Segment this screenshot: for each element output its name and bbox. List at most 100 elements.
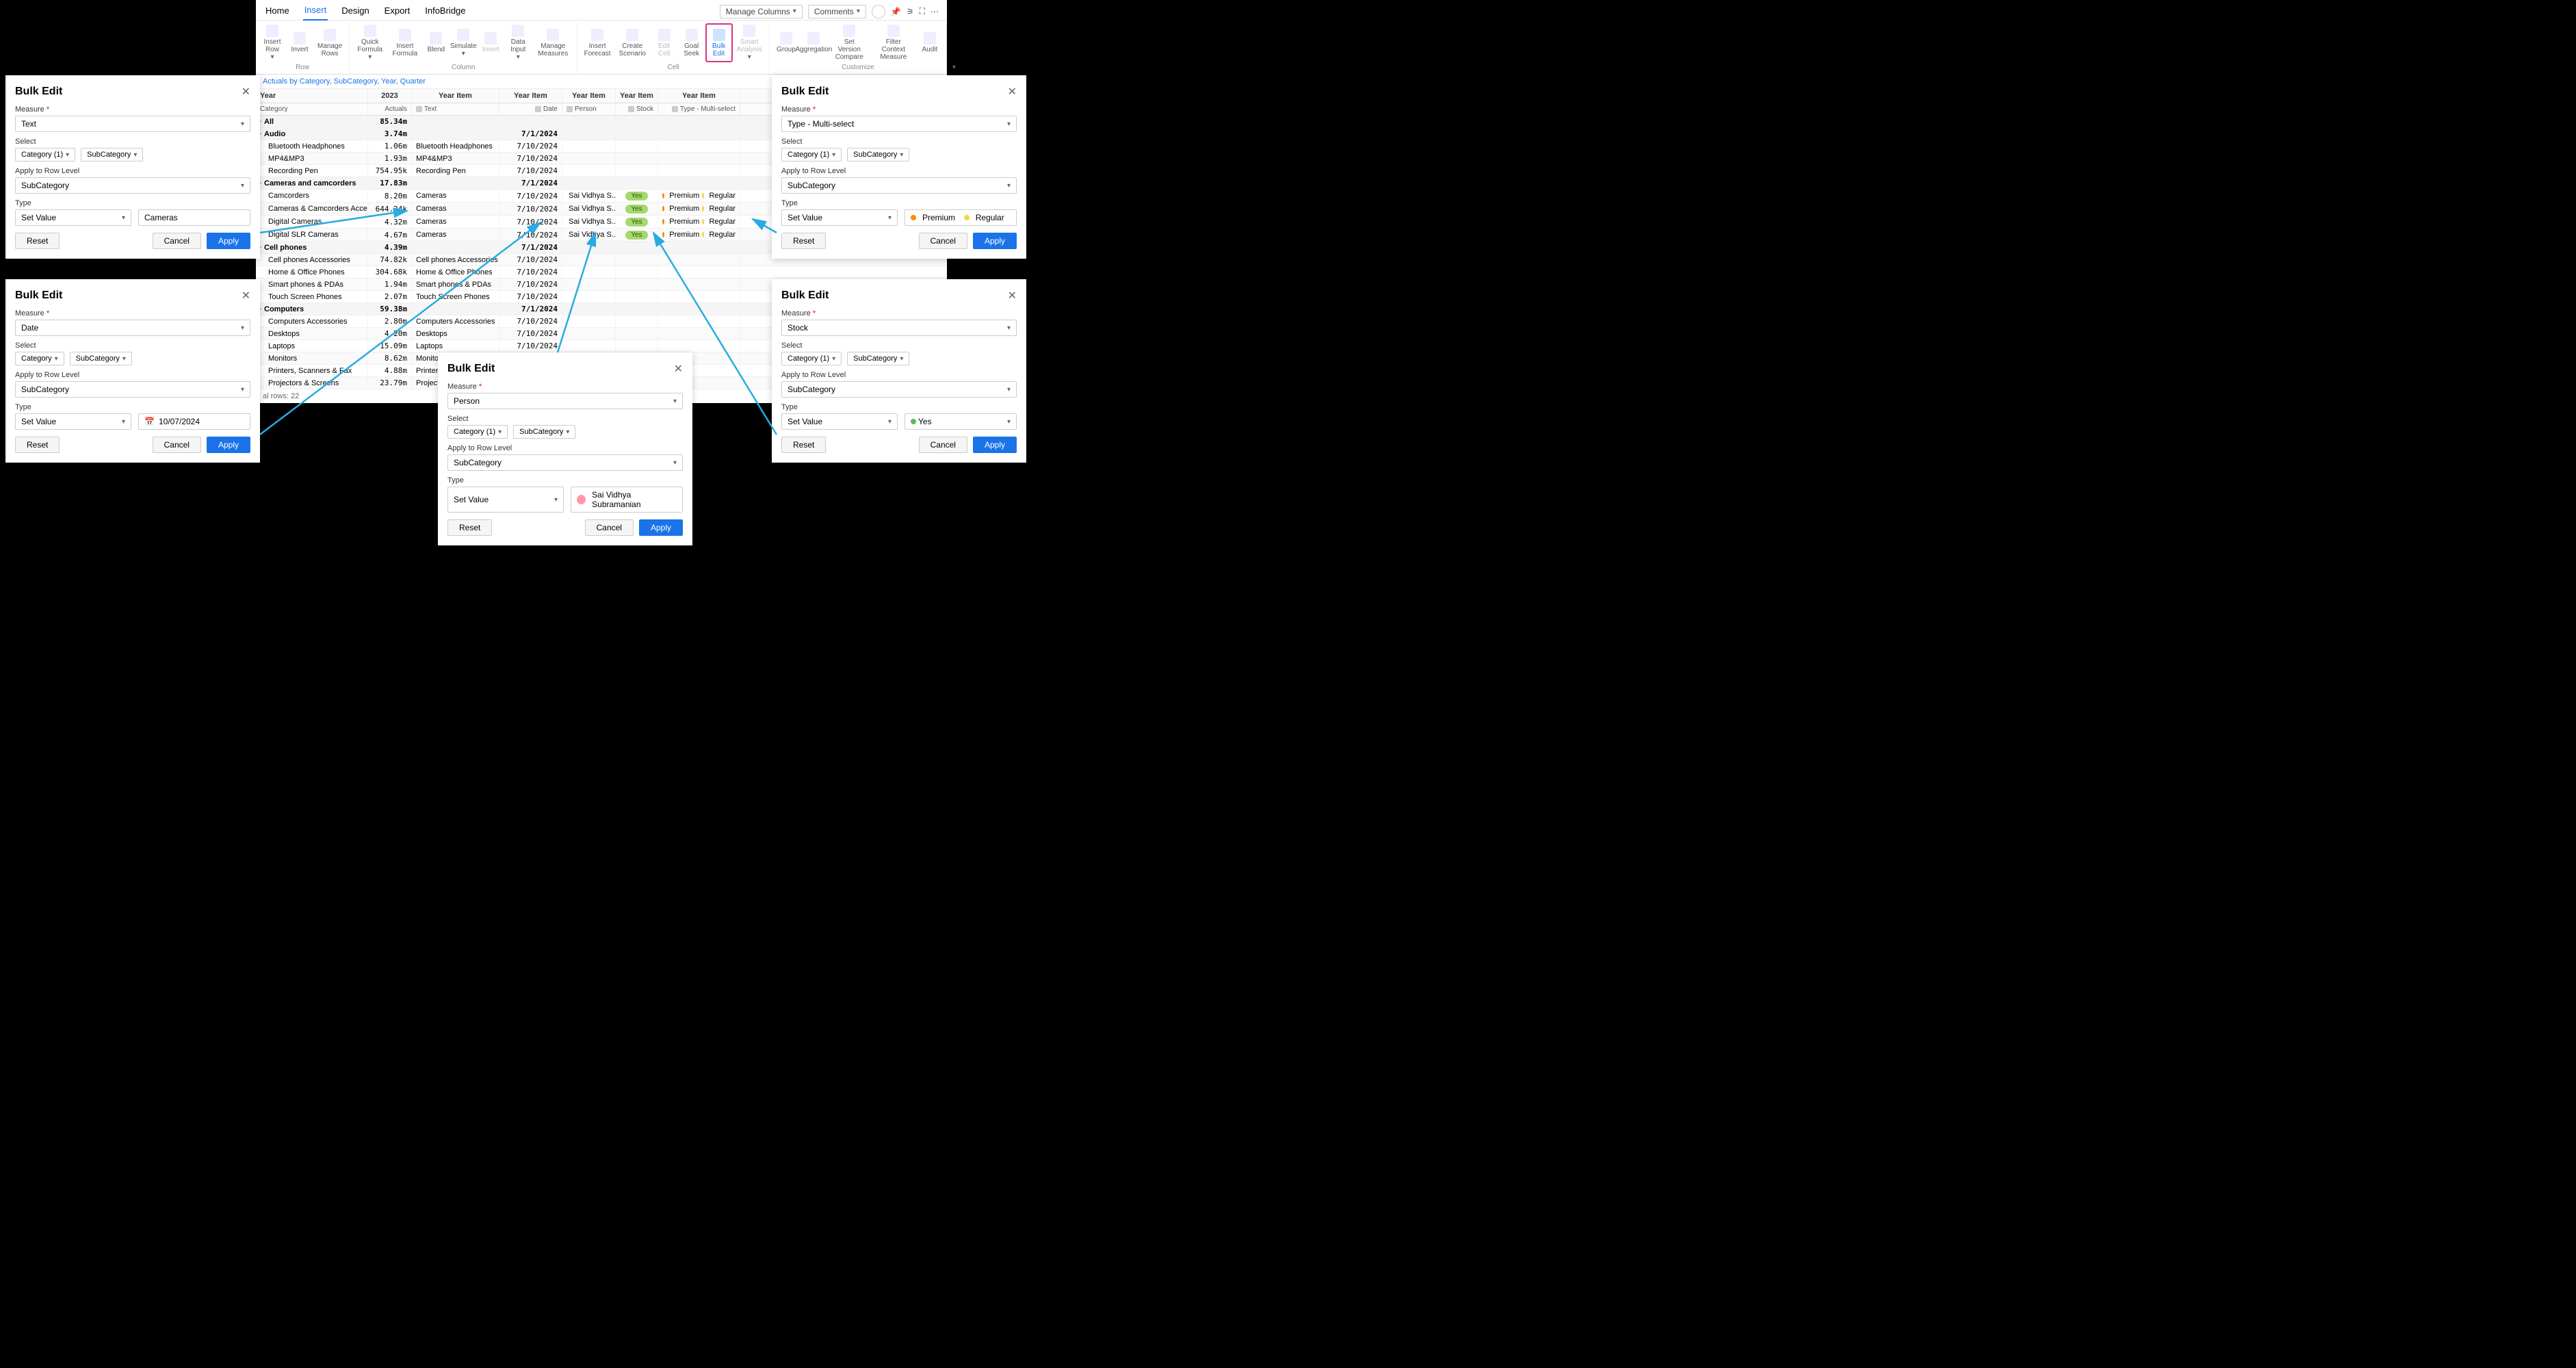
value-input[interactable]: Premium Regular — [905, 209, 1017, 226]
invert-col-button[interactable]: Invert — [477, 23, 504, 62]
type-select[interactable]: Set Value▾ — [447, 487, 564, 513]
measure-select[interactable]: Stock▾ — [781, 320, 1017, 336]
category-chip[interactable]: Category (1) ▾ — [781, 352, 842, 365]
goal-seek-button[interactable]: Goal Seek — [678, 23, 705, 62]
apply-row-select[interactable]: SubCategory▾ — [15, 177, 250, 194]
reset-button[interactable]: Reset — [781, 437, 826, 453]
audit-button[interactable]: Audit — [916, 23, 944, 62]
subcol-type[interactable]: Type - Multi-select — [658, 103, 740, 115]
category-chip[interactable]: Category ▾ — [15, 352, 64, 365]
user-avatar-icon[interactable] — [872, 5, 885, 18]
col-year[interactable]: Year — [256, 89, 368, 103]
quick-formula-button[interactable]: Quick Formula▾ — [352, 23, 387, 62]
col-2023[interactable]: 2023 — [368, 89, 412, 103]
reset-button[interactable]: Reset — [15, 437, 60, 453]
subcol-text[interactable]: Text — [412, 103, 499, 115]
expand-icon[interactable]: ⛶ — [920, 6, 925, 16]
bulk-edit-button[interactable]: Bulk Edit — [705, 23, 733, 62]
apply-row-select[interactable]: SubCategory▾ — [15, 381, 250, 398]
type-select[interactable]: Set Value▾ — [15, 413, 131, 430]
close-icon[interactable]: ✕ — [1008, 85, 1017, 99]
category-chip[interactable]: Category (1) ▾ — [15, 148, 75, 162]
tab-infobridge[interactable]: InfoBridge — [424, 3, 467, 20]
col-yearitem-5[interactable]: Year Item — [658, 89, 740, 103]
subcol-actuals[interactable]: Actuals — [368, 103, 412, 115]
subcategory-chip[interactable]: SubCategory ▾ — [81, 148, 143, 162]
cancel-button[interactable]: Cancel — [919, 233, 967, 249]
insert-row-button[interactable]: Insert Row▾ — [259, 23, 286, 62]
close-icon[interactable]: ✕ — [242, 85, 250, 99]
edit-cell-button[interactable]: Edit Cell — [651, 23, 678, 62]
type-label: Type — [15, 199, 250, 207]
reset-button[interactable]: Reset — [781, 233, 826, 249]
type-select[interactable]: Set Value▾ — [781, 209, 898, 226]
col-yearitem-2[interactable]: Year Item — [499, 89, 562, 103]
tab-home[interactable]: Home — [264, 3, 291, 20]
type-select[interactable]: Set Value▾ — [15, 209, 131, 226]
blend-button[interactable]: Blend — [422, 23, 450, 62]
manage-columns-dropdown[interactable]: Manage Columns▾ — [720, 5, 803, 18]
subcol-person[interactable]: Person — [562, 103, 616, 115]
insert-formula-button[interactable]: Insert Formula — [387, 23, 422, 62]
value-input[interactable]: Yes▾ — [905, 413, 1017, 430]
apply-button[interactable]: Apply — [207, 437, 250, 453]
cancel-button[interactable]: Cancel — [919, 437, 967, 453]
subcategory-chip[interactable]: SubCategory ▾ — [513, 425, 575, 439]
tab-design[interactable]: Design — [340, 3, 370, 20]
category-chip[interactable]: Category (1) ▾ — [781, 148, 842, 162]
cancel-button[interactable]: Cancel — [153, 233, 201, 249]
subcategory-chip[interactable]: SubCategory ▾ — [847, 148, 909, 162]
apply-row-select[interactable]: SubCategory▾ — [781, 177, 1017, 194]
apply-button[interactable]: Apply — [973, 233, 1017, 249]
value-input[interactable]: Cameras — [138, 209, 250, 226]
subcategory-chip[interactable]: SubCategory ▾ — [847, 352, 909, 365]
insert-forecast-button[interactable]: Insert Forecast — [580, 23, 614, 62]
close-icon[interactable]: ✕ — [242, 289, 250, 302]
comments-dropdown[interactable]: Comments▾ — [808, 5, 866, 18]
measure-select[interactable]: Date▾ — [15, 320, 250, 336]
apply-row-select[interactable]: SubCategory▾ — [781, 381, 1017, 398]
cancel-button[interactable]: Cancel — [585, 519, 634, 536]
filter-icon[interactable]: ⚞ — [907, 7, 914, 16]
create-scenario-button[interactable]: Create Scenario — [614, 23, 651, 62]
value-input[interactable]: Sai Vidhya Subramanian — [571, 487, 683, 513]
apply-button[interactable]: Apply — [973, 437, 1017, 453]
apply-button[interactable]: Apply — [207, 233, 250, 249]
smart-analysis-button[interactable]: Smart Analysis▾ — [733, 23, 766, 62]
data-input-button[interactable]: Data Input▾ — [504, 23, 532, 62]
filter-context-measure-button[interactable]: Filter Context Measure — [871, 23, 916, 62]
close-icon[interactable]: ✕ — [1008, 289, 1017, 302]
pin-icon[interactable]: 📌 — [891, 7, 901, 16]
manage-measures-button[interactable]: Manage Measures — [532, 23, 574, 62]
tab-insert[interactable]: Insert — [303, 2, 328, 21]
subcol-category[interactable]: Category — [256, 103, 368, 115]
type-select[interactable]: Set Value▾ — [781, 413, 898, 430]
reset-button[interactable]: Reset — [15, 233, 60, 249]
category-chip[interactable]: Category (1) ▾ — [447, 425, 508, 439]
tab-export[interactable]: Export — [383, 3, 412, 20]
col-yearitem-1[interactable]: Year Item — [412, 89, 499, 103]
group-button[interactable]: Group — [772, 23, 800, 62]
value-input[interactable]: 📅10/07/2024 — [138, 413, 250, 430]
measure-select[interactable]: Text▾ — [15, 116, 250, 132]
aggregation-button[interactable]: Aggregation — [800, 23, 828, 62]
subcol-stock[interactable]: Stock — [616, 103, 658, 115]
apply-row-select[interactable]: SubCategory▾ — [447, 454, 683, 471]
set-version-compare-button[interactable]: Set Version Compare — [828, 23, 871, 62]
subcol-date[interactable]: Date — [499, 103, 562, 115]
close-icon[interactable]: ✕ — [674, 362, 683, 376]
simulate-button[interactable]: Simulate▾ — [450, 23, 477, 62]
col-yearitem-3[interactable]: Year Item — [562, 89, 616, 103]
manage-rows-button[interactable]: Manage Rows — [313, 23, 346, 62]
reset-button[interactable]: Reset — [447, 519, 492, 536]
more-icon[interactable]: ⋯ — [931, 7, 939, 16]
table-row[interactable]: Home & Office Phones304.68kHome & Office… — [256, 266, 947, 279]
ribbon-expand-icon[interactable]: ▾ — [952, 64, 956, 71]
cancel-button[interactable]: Cancel — [153, 437, 201, 453]
measure-select[interactable]: Person▾ — [447, 393, 683, 409]
col-yearitem-4[interactable]: Year Item — [616, 89, 658, 103]
subcategory-chip[interactable]: SubCategory ▾ — [70, 352, 132, 365]
invert-row-button[interactable]: Invert — [286, 23, 313, 62]
apply-button[interactable]: Apply — [639, 519, 683, 536]
measure-select[interactable]: Type - Multi-select▾ — [781, 116, 1017, 132]
